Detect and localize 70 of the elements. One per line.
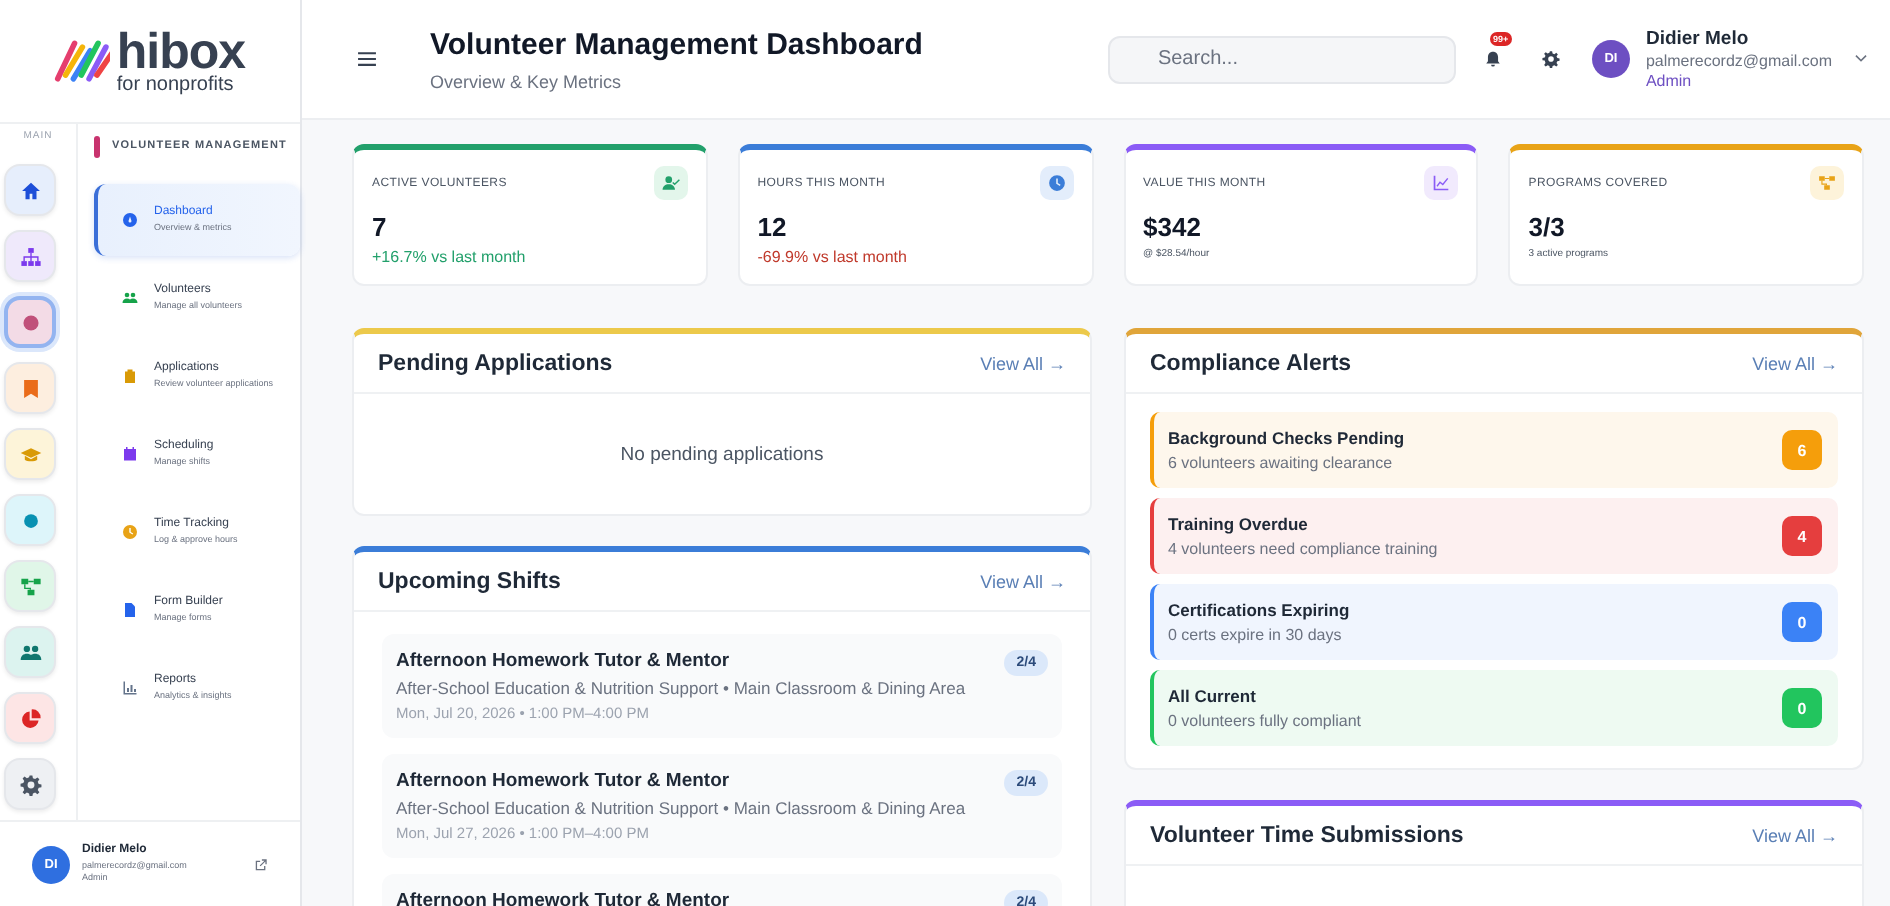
alert-detail: 0 certs expire in 30 days bbox=[1168, 626, 1344, 644]
panel-title: Pending Applications bbox=[378, 351, 613, 375]
alert-item[interactable]: Background Checks Pending 6 volunteers awaiting clearance 6 bbox=[1150, 412, 1838, 488]
alert-detail: 4 volunteers need compliance training bbox=[1168, 540, 1438, 558]
alert-item[interactable]: Certifications Expiring 0 certs expire in 30 days 0 bbox=[1150, 584, 1838, 660]
view-all-link[interactable]: View All → bbox=[980, 353, 1066, 373]
stat-value: 3/3 bbox=[1528, 212, 1567, 242]
home-icon bbox=[19, 179, 41, 201]
user-check-icon bbox=[661, 174, 680, 192]
gauge-icon bbox=[122, 212, 138, 228]
view-all-link[interactable]: View All → bbox=[1752, 353, 1838, 373]
page-title: Volunteer Management Dashboard bbox=[430, 27, 925, 61]
stat-value: 7 bbox=[372, 212, 389, 242]
user-email: palmerecordz@gmail.com bbox=[1645, 52, 1832, 70]
stat-note: +16.7% vs last month bbox=[372, 248, 528, 266]
empty-message: No pending applications bbox=[618, 441, 826, 469]
line-chart-icon bbox=[1432, 174, 1451, 192]
view-all-link[interactable]: View All → bbox=[1752, 825, 1838, 845]
brand-tagline: for nonprofits bbox=[116, 75, 236, 95]
settings-icon[interactable] bbox=[1541, 50, 1560, 68]
people-icon bbox=[122, 290, 138, 306]
document-icon bbox=[122, 602, 138, 618]
panel-title: Compliance Alerts bbox=[1150, 351, 1352, 375]
shift-program: After-School Education & Nutrition Support • Main Classroom & Dining Area bbox=[396, 798, 966, 818]
nodes-icon bbox=[1818, 174, 1836, 192]
alert-title: Background Checks Pending bbox=[1168, 428, 1405, 448]
bar-chart-icon bbox=[122, 680, 138, 696]
stat-note: -69.9% vs last month bbox=[757, 248, 909, 266]
nodes-icon bbox=[19, 575, 41, 597]
pie-chart-icon bbox=[19, 707, 41, 729]
alert-detail: 0 volunteers fully compliant bbox=[1168, 712, 1361, 730]
panel-title: Volunteer Time Submissions bbox=[1150, 823, 1464, 847]
user-role: Admin bbox=[1645, 72, 1694, 90]
clock-icon bbox=[122, 524, 138, 540]
alert-title: Certifications Expiring bbox=[1168, 600, 1350, 620]
people-icon bbox=[19, 641, 41, 663]
circle-icon bbox=[19, 509, 41, 531]
rail-button[interactable] bbox=[4, 296, 56, 348]
alert-title: All Current bbox=[1168, 686, 1258, 706]
alert-item[interactable]: Training Overdue 4 volunteers need compliance training 4 bbox=[1150, 498, 1838, 574]
alert-title: Training Overdue bbox=[1168, 514, 1310, 534]
book-icon bbox=[19, 377, 41, 399]
search-field[interactable]: Search... bbox=[1107, 35, 1456, 83]
view-all-link[interactable]: View All → bbox=[980, 571, 1066, 591]
shift-title: Afternoon Homework Tutor & Mentor bbox=[396, 770, 732, 792]
count-badge: 4 bbox=[1782, 516, 1822, 556]
count-badge: 0 bbox=[1782, 602, 1822, 642]
shift-title: Afternoon Homework Tutor & Mentor bbox=[396, 890, 730, 906]
graduation-cap-icon bbox=[19, 443, 41, 465]
clipboard-icon bbox=[122, 368, 138, 384]
bell-icon[interactable] bbox=[1483, 50, 1502, 68]
hierarchy-icon bbox=[19, 245, 41, 267]
shift-program: After-School Education & Nutrition Support • Main Classroom & Dining Area bbox=[396, 678, 966, 698]
panel-title: Upcoming Shifts bbox=[378, 569, 561, 593]
calendar-icon bbox=[122, 446, 138, 462]
brand-name: hibox bbox=[116, 27, 246, 77]
alert-item[interactable]: All Current 0 volunteers fully compliant 0 bbox=[1150, 670, 1838, 746]
menu-icon[interactable] bbox=[356, 48, 378, 70]
stat-value: $342 bbox=[1143, 212, 1203, 242]
shift-title: Afternoon Homework Tutor & Mentor bbox=[396, 650, 732, 672]
circle-icon bbox=[19, 311, 41, 333]
alert-detail: 6 volunteers awaiting clearance bbox=[1168, 454, 1395, 472]
external-link-icon[interactable] bbox=[254, 857, 268, 871]
user-name: Didier Melo bbox=[1645, 28, 1751, 50]
stat-value: 12 bbox=[757, 212, 789, 242]
page-subtitle: Overview & Key Metrics bbox=[430, 71, 624, 91]
clock-icon bbox=[1047, 174, 1065, 192]
count-badge: 6 bbox=[1782, 430, 1822, 470]
settings-icon bbox=[19, 773, 41, 795]
count-badge: 0 bbox=[1782, 688, 1822, 728]
